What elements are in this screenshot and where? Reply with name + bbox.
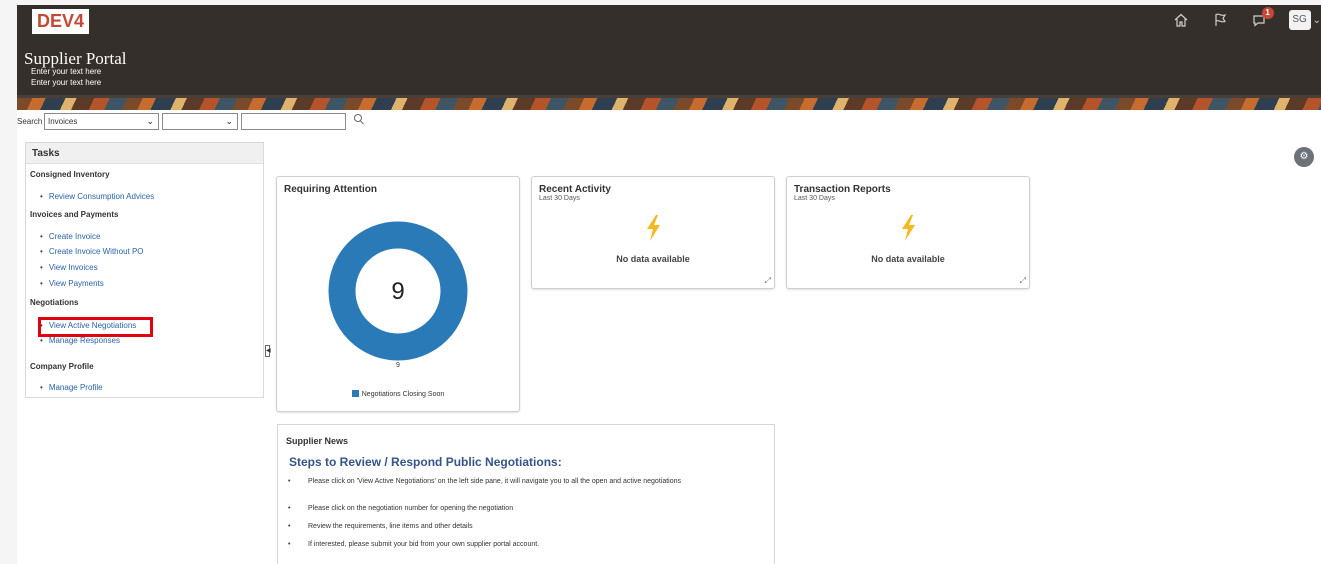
chevron-down-icon[interactable]: ⌄ [1313,15,1321,26]
search-icon[interactable] [353,113,367,128]
recent-activity-subtitle: Last 30 Days [539,195,580,202]
task-link-view-payments[interactable]: • View Payments [40,279,104,288]
header-decorative-band [17,98,1321,110]
panel-collapse-handle[interactable]: ◀ [265,345,271,357]
tasks-title: Tasks [26,143,263,164]
viewport: DEV4 Supplier Portal Enter your text her… [0,0,1321,564]
chevron-down-icon: ⌄ [225,116,233,126]
search-scope-value: Invoices [48,117,78,126]
expand-icon[interactable]: ⤢ [1020,276,1026,286]
page-title: Supplier Portal [24,49,127,68]
notification-count-badge: 1 [1261,7,1274,19]
task-link-create-invoice[interactable]: • Create Invoice [40,232,100,241]
global-header: DEV4 Supplier Portal Enter your text her… [17,5,1321,110]
transaction-reports-card[interactable]: Transaction Reports Last 30 Days No data… [786,176,1030,289]
tasks-section-company-profile: Company Profile [30,362,94,371]
search-attribute-select[interactable]: ⌄ [162,113,238,130]
task-link-view-invoices[interactable]: • View Invoices [40,263,98,272]
user-avatar[interactable]: SG [1288,10,1311,30]
tasks-section-negotiations: Negotiations [30,298,79,307]
supplier-news-title: Supplier News [286,436,349,446]
recent-activity-card[interactable]: Recent Activity Last 30 Days No data ava… [531,176,775,289]
lightning-icon [787,215,1029,248]
transaction-reports-empty-message: No data available [871,254,945,264]
donut-chart: 9 9 [328,221,468,369]
task-link-manage-profile[interactable]: • Manage Profile [40,383,103,392]
legend-swatch [351,390,359,397]
supplier-news-heading: Steps to Review / Respond Public Negotia… [289,455,562,469]
news-item: • If interested, please submit your bid f… [288,541,540,548]
tasks-section-invoices-payments: Invoices and Payments [30,210,119,219]
task-link-review-consumption-advices[interactable]: • Review Consumption Advices [40,192,154,201]
tasks-panel: Tasks Consigned Inventory • Review Consum… [25,142,264,398]
news-item: • Please click on 'View Active Negotiatio… [288,478,681,485]
task-link-create-invoice-without-po[interactable]: • Create Invoice Without PO [40,247,144,256]
lightning-icon [532,215,774,248]
donut-center-total: 9 [391,278,404,305]
home-icon[interactable] [1171,10,1191,30]
transaction-reports-title: Transaction Reports [794,184,891,195]
donut-slice-label: 9 [396,362,400,369]
expand-icon[interactable]: ⤢ [765,276,771,286]
recent-activity-empty-message: No data available [616,254,690,264]
chevron-down-icon: ⌄ [146,116,154,126]
flag-icon[interactable] [1210,10,1230,30]
header-subtitle-1: Enter your text here [31,67,102,76]
notifications-icon[interactable]: 1 [1249,7,1274,30]
search-label: Search [17,117,43,126]
news-item: • Please click on the negotiation number … [288,505,514,512]
header-subtitle-2: Enter your text here [31,78,102,87]
header-toolbar: 1 SG ⌄ [1152,7,1321,31]
search-scope-select[interactable]: Invoices ⌄ [44,113,159,130]
environment-badge[interactable]: DEV4 [32,9,89,34]
settings-fab-icon[interactable]: ⚙ [1294,147,1314,167]
task-link-manage-responses[interactable]: • Manage Responses [40,336,120,345]
highlight-annotation [38,317,153,337]
news-item: • Review the requirements, line items and… [288,523,473,530]
legend-label: Negotiations Closing Soon [361,391,445,398]
search-input[interactable] [241,113,346,130]
tasks-section-consigned-inventory: Consigned Inventory [30,170,110,179]
transaction-reports-subtitle: Last 30 Days [794,195,835,202]
app-window: DEV4 Supplier Portal Enter your text her… [17,5,1321,564]
recent-activity-title: Recent Activity [539,184,611,195]
chart-legend[interactable]: Negotiations Closing Soon [277,390,519,398]
requiring-attention-card[interactable]: Requiring Attention 9 9 Negotiations Clo… [276,176,520,412]
supplier-news-panel: Supplier News Steps to Review / Respond … [277,424,775,564]
search-bar: Search Invoices ⌄ ⌄ [17,110,417,132]
